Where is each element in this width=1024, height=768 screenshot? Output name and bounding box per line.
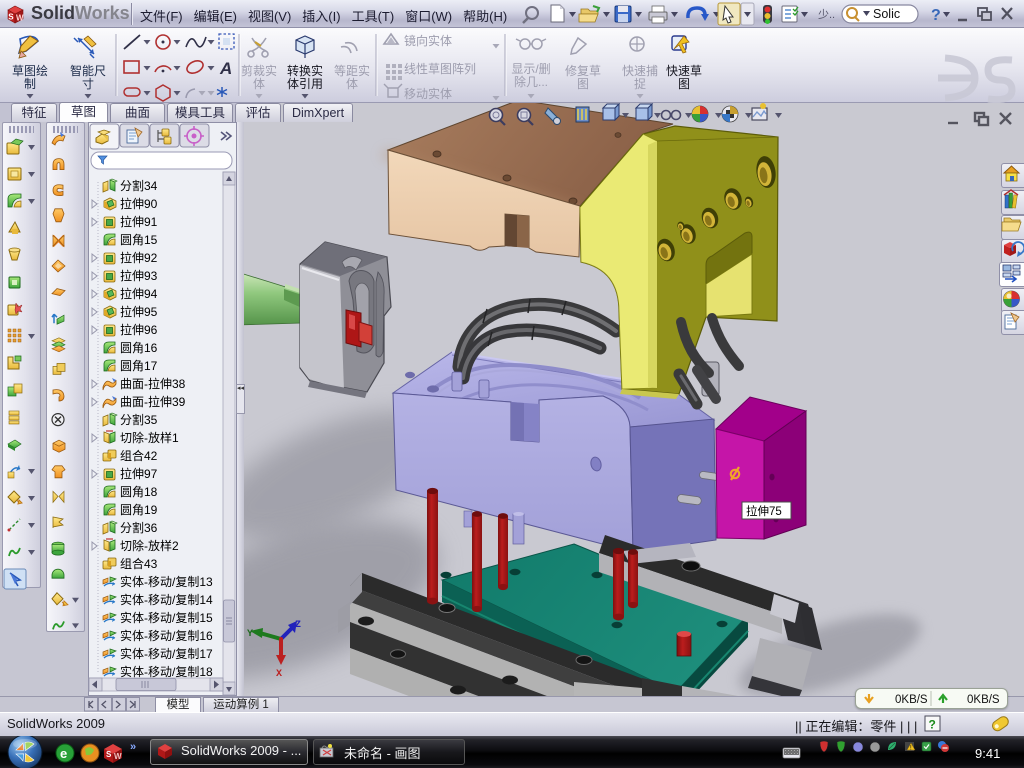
- svg-text:S: S: [8, 13, 14, 22]
- svg-text:圆角15: 圆角15: [120, 233, 158, 247]
- svg-text:快速捕: 快速捕: [622, 63, 658, 78]
- svg-text:制: 制: [24, 77, 36, 91]
- svg-text:捉: 捉: [634, 76, 646, 91]
- svg-text:草图绘: 草图绘: [12, 63, 48, 78]
- svg-text:拉伸92: 拉伸92: [120, 250, 158, 265]
- svg-text:实体-移动/复制14: 实体-移动/复制14: [120, 592, 213, 607]
- svg-text:Z: Z: [295, 620, 301, 631]
- svg-text:实体-移动/复制13: 实体-移动/复制13: [120, 574, 213, 589]
- svg-text:?: ?: [931, 7, 941, 24]
- svg-text:X: X: [276, 669, 282, 680]
- svg-text:实体-移动/复制17: 实体-移动/复制17: [120, 646, 213, 661]
- svg-text:实体-移动/复制16: 实体-移动/复制16: [120, 628, 213, 643]
- svg-text:显示/删: 显示/删: [511, 62, 550, 76]
- svg-text:圆角16: 圆角16: [120, 341, 158, 355]
- svg-text:Solic: Solic: [873, 7, 900, 21]
- svg-text:A: A: [219, 59, 232, 78]
- svg-text:拉伸93: 拉伸93: [120, 268, 158, 283]
- svg-text:镜向实体: 镜向实体: [404, 33, 452, 48]
- svg-text:智能尺: 智能尺: [70, 63, 106, 78]
- svg-text:修复草: 修复草: [565, 63, 601, 78]
- svg-text:快速草: 快速草: [666, 64, 702, 78]
- svg-text:寸: 寸: [82, 77, 94, 91]
- svg-text:体: 体: [346, 77, 358, 91]
- svg-text:实体-移动/复制18: 实体-移动/复制18: [120, 664, 213, 679]
- svg-text:体: 体: [253, 77, 265, 91]
- svg-text:组合43: 组合43: [120, 556, 158, 571]
- svg-text:图: 图: [678, 77, 690, 91]
- svg-text:等距实: 等距实: [334, 63, 370, 78]
- svg-text:拉伸95: 拉伸95: [120, 304, 158, 319]
- svg-text:组合42: 组合42: [120, 448, 158, 463]
- svg-text:实体-移动/复制15: 实体-移动/复制15: [120, 610, 213, 625]
- svg-text:曲面-拉伸38: 曲面-拉伸38: [120, 376, 186, 391]
- svg-text:圆角19: 圆角19: [120, 503, 158, 517]
- svg-text:拉伸91: 拉伸91: [120, 214, 158, 229]
- svg-text:?: ?: [929, 718, 936, 732]
- svg-text:体引用: 体引用: [287, 77, 323, 91]
- svg-text:拉伸96: 拉伸96: [120, 322, 158, 337]
- svg-text:转换实: 转换实: [287, 63, 323, 78]
- svg-text:0KB/S: 0KB/S: [967, 694, 1000, 706]
- svg-text:曲面-拉伸39: 曲面-拉伸39: [120, 394, 186, 409]
- svg-text:W: W: [114, 752, 122, 761]
- svg-text:线性草图阵列: 线性草图阵列: [404, 62, 476, 76]
- svg-text:分割35: 分割35: [120, 412, 158, 427]
- svg-text:少..: 少..: [818, 8, 835, 21]
- svg-text:»: »: [130, 741, 136, 753]
- svg-text:0KB/S: 0KB/S: [895, 694, 928, 706]
- svg-text:W: W: [16, 14, 24, 23]
- svg-text:圆角17: 圆角17: [120, 359, 158, 373]
- svg-text:除几...: 除几...: [514, 74, 548, 89]
- svg-text:图: 图: [577, 77, 589, 91]
- svg-text:分割36: 分割36: [120, 520, 158, 535]
- svg-text:拉伸75: 拉伸75: [746, 504, 782, 518]
- svg-text:S: S: [106, 750, 112, 759]
- svg-text:拉伸94: 拉伸94: [120, 286, 158, 301]
- svg-text:切除-放样1: 切除-放样1: [120, 430, 179, 445]
- svg-text:剪裁实: 剪裁实: [241, 63, 277, 78]
- svg-text:e: e: [60, 746, 67, 761]
- svg-text:圆角18: 圆角18: [120, 485, 158, 499]
- svg-text:Y: Y: [247, 629, 253, 640]
- svg-text:分割34: 分割34: [120, 178, 158, 193]
- svg-text:拉伸90: 拉伸90: [120, 196, 158, 211]
- svg-text:移动实体: 移动实体: [404, 86, 452, 101]
- svg-text:拉伸97: 拉伸97: [120, 466, 158, 481]
- svg-text:切除-放样2: 切除-放样2: [120, 538, 179, 553]
